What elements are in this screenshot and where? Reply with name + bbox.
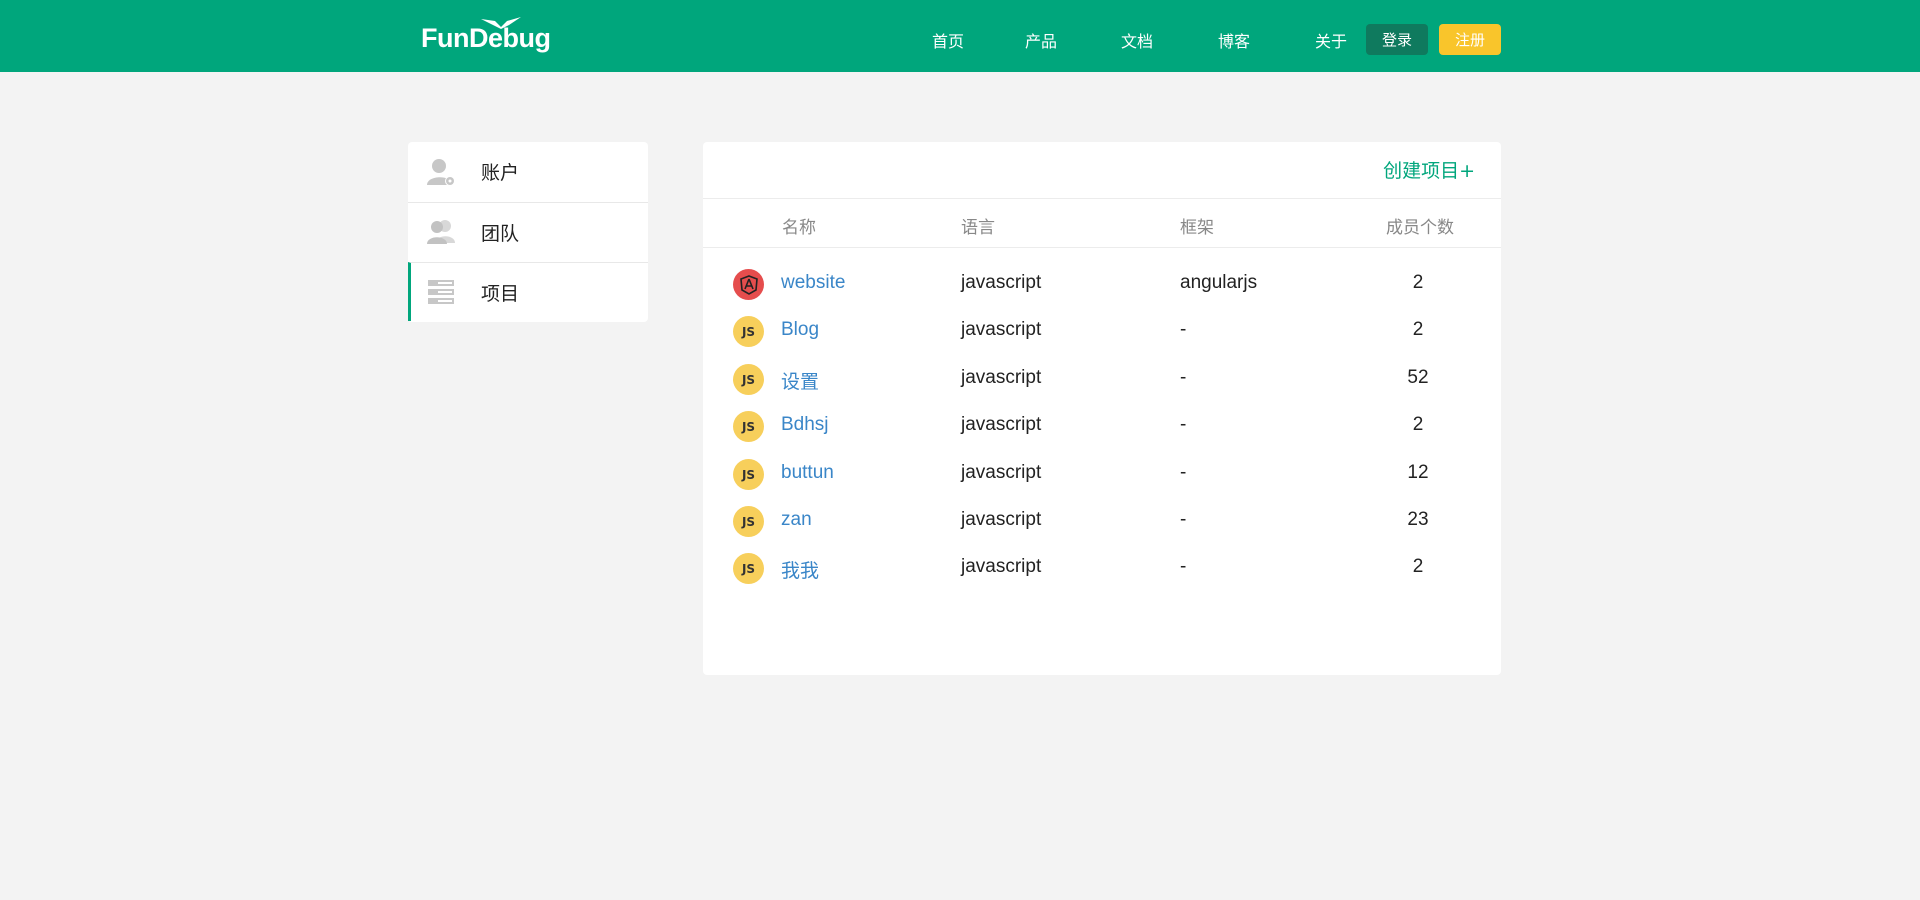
table-row[interactable]: website javascript angularjs 2 [703,262,1501,309]
table-row[interactable]: JS Bdhsj javascript - 2 [703,404,1501,451]
js-icon: JS [733,316,764,347]
angular-icon [733,269,764,300]
project-name-link[interactable]: 设置 [781,367,819,394]
nav-docs[interactable]: 文档 [1121,28,1153,52]
project-language: javascript [961,414,1042,435]
sidebar-item-team[interactable]: 团队 [408,202,648,261]
table-row[interactable]: JS zan javascript - 23 [703,499,1501,546]
project-framework: angularjs [1180,272,1258,293]
project-name-link[interactable]: 我我 [781,556,819,583]
project-language: javascript [961,367,1042,388]
project-name-link[interactable]: buttun [781,462,834,484]
sidebar-item-label: 账户 [481,162,520,184]
project-framework: - [1180,462,1187,483]
nav-about[interactable]: 关于 [1315,28,1347,52]
js-icon: JS [733,364,764,395]
project-language: javascript [961,272,1042,293]
column-header-members: 成员个数 [1386,218,1454,238]
sidebar: 账户 团队 项目 [408,142,648,322]
sidebar-item-label: 团队 [481,222,520,245]
register-button[interactable]: 注册 [1439,24,1501,55]
nav-blog[interactable]: 博客 [1218,28,1250,52]
table-header: 名称 语言 框架 成员个数 [703,198,1501,248]
create-project-link[interactable]: 创建项目+ [1383,156,1475,183]
project-name-link[interactable]: Blog [781,319,819,341]
sidebar-item-label: 项目 [481,282,520,305]
sidebar-item-account[interactable]: 账户 [408,142,648,201]
top-navbar: FunDebug 首页 产品 文档 博客 关于 登录 注册 [0,0,1920,72]
logo-wing-icon [481,17,521,29]
project-name-link[interactable]: Bdhsj [781,414,829,436]
project-members-count: 2 [1412,414,1424,435]
project-members-count: 2 [1412,556,1424,577]
project-name-link[interactable]: zan [781,509,812,531]
js-icon: JS [733,459,764,490]
project-framework: - [1180,367,1187,388]
project-language: javascript [961,556,1042,577]
column-header-language: 语言 [961,218,995,238]
table-row[interactable]: JS Blog javascript - 2 [703,309,1501,356]
project-framework: - [1180,414,1187,435]
project-members-count: 52 [1407,367,1429,388]
sidebar-item-project[interactable]: 项目 [408,262,648,321]
column-header-name: 名称 [782,218,816,238]
login-button[interactable]: 登录 [1366,24,1428,55]
project-members-count: 2 [1412,272,1424,293]
project-framework: - [1180,556,1187,577]
js-icon: JS [733,411,764,442]
nav-products[interactable]: 产品 [1025,28,1057,52]
project-list-icon [428,280,454,304]
table-row[interactable]: JS 我我 javascript - 2 [703,546,1501,593]
project-members-count: 23 [1407,509,1429,530]
team-icon [427,220,455,244]
project-name-link[interactable]: website [781,272,845,294]
fundebug-logo[interactable]: FunDebug [421,17,551,54]
js-icon: JS [733,506,764,537]
table-row[interactable]: JS buttun javascript - 12 [703,452,1501,499]
project-language: javascript [961,319,1042,340]
project-members-count: 12 [1407,462,1429,483]
project-members-count: 2 [1412,319,1424,340]
js-icon: JS [733,553,764,584]
project-framework: - [1180,509,1187,530]
project-language: javascript [961,509,1042,530]
project-framework: - [1180,319,1187,340]
user-settings-icon [427,158,455,186]
column-header-framework: 框架 [1180,218,1214,238]
project-language: javascript [961,462,1042,483]
project-list-card: 创建项目+ 名称 语言 框架 成员个数 website javascript ang… [703,142,1501,675]
table-row[interactable]: JS 设置 javascript - 52 [703,357,1501,404]
nav-home[interactable]: 首页 [932,28,964,52]
